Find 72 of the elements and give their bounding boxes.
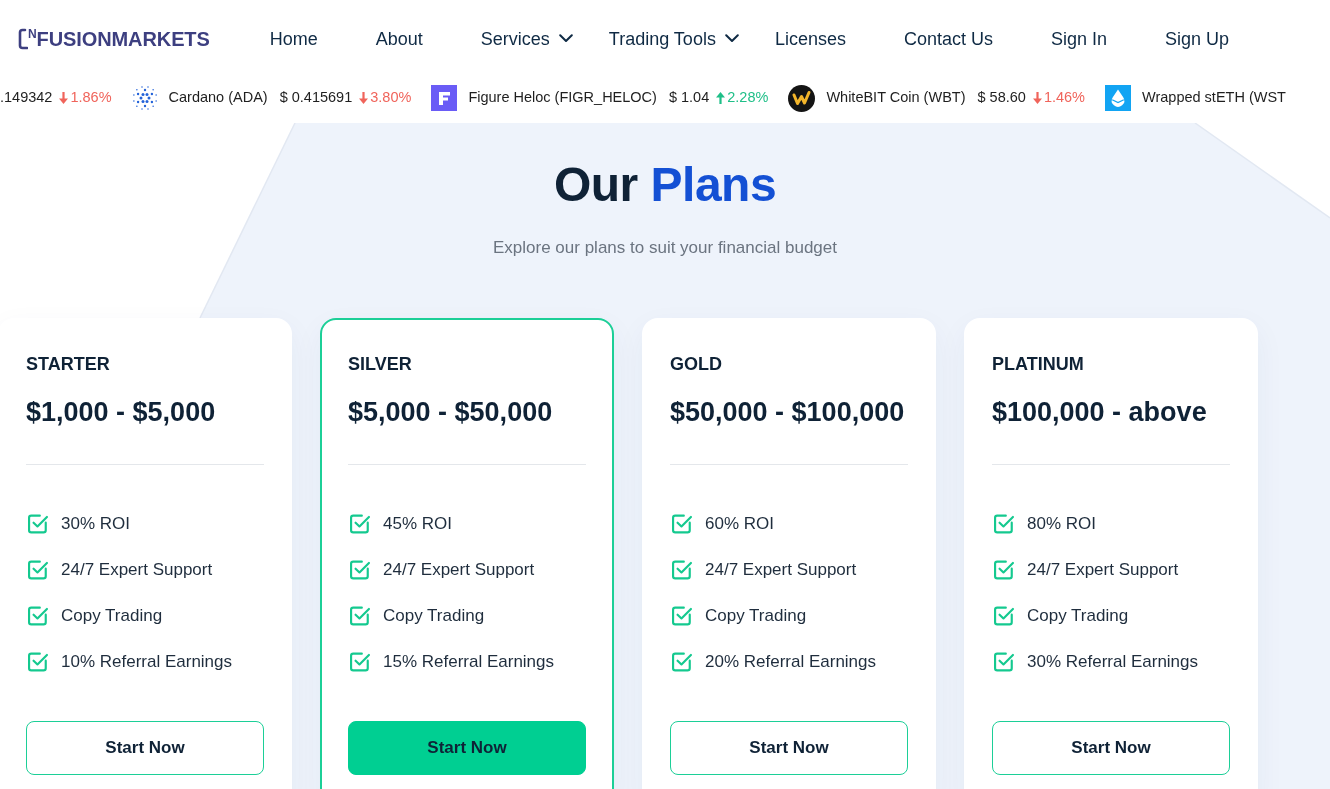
price-change: 1.46%: [1043, 88, 1085, 108]
checkbox-tick-icon: [28, 514, 48, 534]
nav-link[interactable]: Trading Tools: [608, 26, 739, 51]
checkbox-tick-icon: [28, 652, 48, 672]
checkbox-tick-icon: [350, 652, 370, 672]
feature-text: Copy Trading: [383, 605, 485, 627]
checkbox-tick-icon: [28, 560, 48, 580]
feature-text: Copy Trading: [705, 605, 807, 627]
nav-link[interactable]: Services: [480, 26, 573, 51]
f-square-icon: [431, 85, 458, 111]
feature-text: 20% Referral Earnings: [705, 651, 877, 673]
plan-price: $1,000 - $5,000: [26, 396, 217, 428]
feature-text: 45% ROI: [383, 513, 452, 535]
plan-name: SILVER: [348, 353, 413, 375]
checkbox-tick-icon: [672, 652, 692, 672]
nav-link[interactable]: Sign Up: [1165, 26, 1230, 51]
nav-link[interactable]: Sign In: [1051, 26, 1108, 51]
feature-text: 80% ROI: [1027, 513, 1096, 535]
nav-link[interactable]: Home: [269, 26, 318, 51]
plan-name: STARTER: [26, 353, 111, 375]
feature-text: 24/7 Expert Support: [61, 559, 213, 581]
feature-text: 60% ROI: [705, 513, 774, 535]
feature-text: 24/7 Expert Support: [1027, 559, 1179, 581]
checkbox-tick-icon: [994, 560, 1014, 580]
checkbox-tick-icon: [994, 652, 1014, 672]
plan-price: $5,000 - $50,000: [348, 396, 554, 428]
start-button[interactable]: Start Now: [992, 721, 1230, 775]
hook-logo-icon: [18, 28, 28, 50]
start-button[interactable]: Start Now: [670, 721, 908, 775]
feature-text: Copy Trading: [1027, 605, 1129, 627]
coin-name: WhiteBIT Coin (WBT): [826, 88, 966, 108]
feature-text: 10% Referral Earnings: [61, 651, 233, 673]
coin-price: $ 1.04: [668, 88, 710, 108]
section-title: Our Plans: [552, 157, 778, 213]
section-subtitle: Explore our plans to suit your financial budget: [492, 237, 838, 259]
checkbox-tick-icon: [28, 606, 48, 626]
start-button[interactable]: Start Now: [26, 721, 264, 775]
brand-logo[interactable]: NFUSIONMARKETS: [18, 28, 210, 50]
checkbox-tick-icon: [672, 560, 692, 580]
coin-name: Cardano (ADA): [168, 88, 268, 108]
plan-name: PLATINUM: [992, 353, 1085, 375]
nav-link[interactable]: Licenses: [774, 26, 846, 51]
feature-text: 24/7 Expert Support: [383, 559, 535, 581]
coin-price: $ 58.60: [977, 88, 1026, 108]
w-circle-icon: [788, 84, 816, 112]
checkbox-tick-icon: [994, 606, 1014, 626]
plan-name: GOLD: [670, 353, 723, 375]
coin-name: Figure Heloc (FIGR_HELOC): [468, 88, 657, 108]
droplet-icon: [1105, 85, 1131, 111]
checkbox-tick-icon: [350, 514, 370, 534]
feature-text: 30% Referral Earnings: [1027, 651, 1199, 673]
price-change: 1.86%: [70, 88, 112, 108]
feature-text: 30% ROI: [61, 513, 130, 535]
checkbox-tick-icon: [672, 606, 692, 626]
feature-text: 24/7 Expert Support: [705, 559, 857, 581]
coin-price: .149342: [0, 88, 53, 108]
plan-price: $50,000 - $100,000: [670, 396, 906, 428]
nav-link[interactable]: About: [375, 26, 423, 51]
coin-name: Wrapped stETH (WST: [1142, 88, 1286, 108]
price-change: 3.80%: [370, 88, 412, 108]
feature-text: 15% Referral Earnings: [383, 651, 555, 673]
plan-price: $100,000 - above: [992, 396, 1208, 428]
checkbox-tick-icon: [994, 514, 1014, 534]
price-change: 2.28%: [727, 88, 769, 108]
coin-price: $ 0.415691: [279, 88, 353, 108]
checkbox-tick-icon: [672, 514, 692, 534]
dot-ring-icon: [131, 85, 158, 111]
checkbox-tick-icon: [350, 606, 370, 626]
feature-text: Copy Trading: [61, 605, 163, 627]
start-button[interactable]: Start Now: [348, 721, 586, 775]
nav-link[interactable]: Contact Us: [903, 26, 993, 51]
checkbox-tick-icon: [350, 560, 370, 580]
